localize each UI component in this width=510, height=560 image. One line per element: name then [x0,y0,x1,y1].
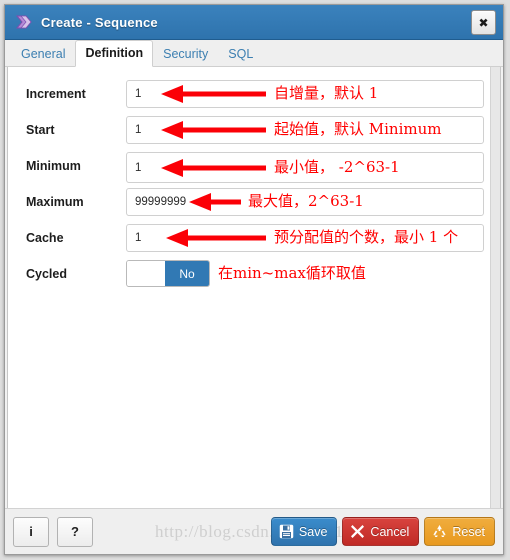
form-row-minimum: Minimum 1 最小值， -2^63-1 [8,151,500,183]
cycled-toggle[interactable]: No [126,260,210,287]
sequence-form: Increment 1 自增量，默认 1 Start 1 起始值，默认 Mini… [8,67,500,289]
tab-security[interactable]: Security [153,41,218,67]
create-sequence-dialog: Create - Sequence ✖ General Definition S… [4,4,504,555]
cancel-button[interactable]: Cancel [342,517,420,546]
cache-value: 1 [135,232,142,244]
tab-general[interactable]: General [11,41,75,67]
maximum-input[interactable]: 99999999 [126,188,484,216]
label-maximum: Maximum [26,195,84,209]
help-button[interactable]: ? [57,516,93,547]
cancel-label: Cancel [370,524,410,539]
info-icon: i [29,524,33,539]
sequence-icon [15,15,32,29]
reset-label: Reset [452,524,485,539]
label-increment: Increment [26,87,86,101]
increment-input[interactable]: 1 [126,80,484,108]
close-icon: ✖ [478,15,489,30]
reset-button[interactable]: Reset [424,517,495,546]
window-title: Create - Sequence [41,14,158,30]
tab-sql[interactable]: SQL [218,41,263,67]
toggle-state-label: No [165,261,209,286]
dialog-footer: http://blog.csdn.net/tml0116013921 i ? S… [5,508,503,554]
definition-panel: Increment 1 自增量，默认 1 Start 1 起始值，默认 Mini… [7,67,501,508]
toggle-off-side [127,261,165,286]
tab-definition[interactable]: Definition [75,40,154,67]
help-icon: ? [71,524,79,539]
increment-value: 1 [135,88,142,100]
label-minimum: Minimum [26,159,81,173]
save-label: Save [298,524,328,539]
cache-input[interactable]: 1 [126,224,484,252]
recycle-icon [433,525,447,537]
start-value: 1 [135,124,142,136]
minimum-input[interactable]: 1 [126,152,484,183]
label-cycled: Cycled [26,267,67,281]
save-button[interactable]: Save [270,517,338,546]
title-bar: Create - Sequence ✖ [5,5,503,40]
label-start: Start [26,123,55,137]
minimum-value: 1 [135,161,142,174]
form-row-cycled: Cycled No 在min~max循环取值 [8,259,500,289]
form-row-increment: Increment 1 自增量，默认 1 [8,79,500,109]
close-button[interactable]: ✖ [471,10,496,35]
info-button[interactable]: i [13,516,49,547]
label-cache: Cache [26,231,64,245]
form-row-start: Start 1 起始值，默认 Minimum [8,115,500,145]
close-x-icon [351,525,365,538]
tab-strip: General Definition Security SQL [5,40,503,67]
start-input[interactable]: 1 [126,116,484,144]
form-row-cache: Cache 1 预分配值的个数，最小 1 个 [8,223,500,253]
maximum-value: 99999999 [135,196,187,208]
floppy-disk-icon [279,524,294,539]
annotation-cycled: 在min~max循环取值 [218,264,366,282]
form-row-maximum: Maximum 99999999 最大值，2^63-1 [8,187,500,217]
